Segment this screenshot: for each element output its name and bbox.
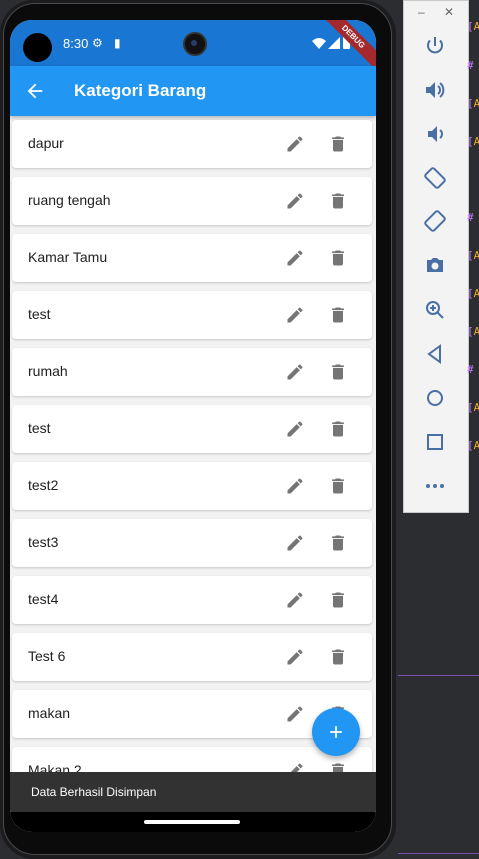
delete-icon[interactable] (328, 419, 348, 439)
zoom-icon[interactable] (423, 298, 447, 322)
category-name: Test 6 (28, 648, 66, 664)
home-indicator[interactable] (144, 820, 240, 824)
delete-icon[interactable] (328, 476, 348, 496)
edit-icon[interactable] (285, 590, 305, 610)
delete-icon[interactable] (328, 590, 348, 610)
back-icon[interactable] (423, 342, 447, 366)
phone-frame: 8:30 ⚙ ▮ DEBUG Kategori Barang dapur ruan… (0, 0, 396, 859)
delete-icon[interactable] (328, 305, 348, 325)
navigation-bar (10, 812, 376, 832)
status-bar: 8:30 ⚙ ▮ DEBUG (10, 20, 376, 74)
category-name: Kamar Tamu (28, 249, 108, 265)
volume-up-icon[interactable] (423, 78, 447, 102)
snackbar-message: Data Berhasil Disimpan (31, 785, 157, 799)
category-item[interactable]: dapur (12, 120, 372, 168)
status-time: 8:30 (63, 36, 89, 51)
add-category-button[interactable] (312, 708, 360, 756)
edit-icon[interactable] (285, 704, 305, 724)
category-name: test4 (28, 591, 59, 607)
wifi-icon (312, 38, 326, 49)
delete-icon[interactable] (328, 248, 348, 268)
volume-down-icon[interactable] (423, 122, 447, 146)
category-name: test3 (28, 534, 59, 550)
ide-code-mark: [A (467, 97, 479, 110)
category-name: ruang tengah (28, 192, 111, 208)
category-item[interactable]: test (12, 405, 372, 453)
edit-icon[interactable] (285, 476, 305, 496)
category-item[interactable]: Kamar Tamu (12, 234, 372, 282)
delete-icon[interactable] (328, 533, 348, 553)
back-arrow-icon[interactable] (24, 80, 46, 102)
ide-code-mark: [A (467, 325, 479, 338)
more-icon[interactable] (423, 474, 447, 498)
settings-status-icon: ⚙ (92, 36, 103, 50)
edit-icon[interactable] (285, 191, 305, 211)
signal-icon (328, 37, 340, 49)
edit-icon[interactable] (285, 134, 305, 154)
category-item[interactable]: test4 (12, 576, 372, 624)
front-camera-cutout (23, 33, 52, 62)
delete-icon[interactable] (328, 647, 348, 667)
page-title: Kategori Barang (74, 81, 207, 100)
ide-code-mark: [A (467, 20, 479, 33)
ide-code-mark: [A (467, 135, 479, 148)
category-item[interactable]: Test 6 (12, 633, 372, 681)
rotate-right-icon[interactable] (423, 209, 447, 233)
delete-icon[interactable] (328, 191, 348, 211)
home-icon[interactable] (423, 386, 447, 410)
plus-icon (330, 726, 342, 738)
ide-code-mark: [A (467, 249, 479, 262)
category-name: test (28, 306, 51, 322)
overview-icon[interactable] (423, 430, 447, 454)
category-item[interactable]: rumah (12, 348, 372, 396)
ide-code-mark: # (467, 59, 474, 72)
ide-code-mark: [A (467, 401, 479, 414)
category-name: dapur (28, 135, 64, 151)
edit-icon[interactable] (285, 647, 305, 667)
category-item[interactable]: test (12, 291, 372, 339)
delete-icon[interactable] (328, 362, 348, 382)
ide-divider (398, 675, 479, 676)
snackbar: Data Berhasil Disimpan (10, 772, 376, 812)
device-screen: 8:30 ⚙ ▮ DEBUG Kategori Barang dapur ruan… (10, 20, 376, 832)
close-button[interactable]: ✕ (444, 5, 454, 19)
emulator-toolbar: – ✕ (403, 0, 469, 513)
edit-icon[interactable] (285, 419, 305, 439)
edit-icon[interactable] (285, 305, 305, 325)
edit-icon[interactable] (285, 533, 305, 553)
category-item[interactable]: test3 (12, 519, 372, 567)
sd-card-status-icon: ▮ (114, 36, 121, 50)
rotate-left-icon[interactable] (423, 166, 447, 190)
category-name: makan (28, 705, 71, 721)
minimize-button[interactable]: – (418, 5, 425, 19)
camera-lens (183, 32, 207, 56)
ide-code-mark: # (467, 211, 474, 224)
power-icon[interactable] (423, 34, 447, 58)
delete-icon[interactable] (328, 134, 348, 154)
edit-icon[interactable] (285, 362, 305, 382)
category-name: test (28, 420, 51, 436)
edit-icon[interactable] (285, 248, 305, 268)
category-item[interactable]: test2 (12, 462, 372, 510)
category-name: test2 (28, 477, 59, 493)
ide-code-mark: [A (467, 439, 479, 452)
camera-icon[interactable] (423, 253, 447, 277)
category-item[interactable]: ruang tengah (12, 177, 372, 225)
ide-code-mark: [A (467, 287, 479, 300)
ide-code-mark: # (467, 363, 474, 376)
app-bar: Kategori Barang (10, 66, 376, 116)
category-name: rumah (28, 363, 68, 379)
ide-divider (398, 853, 479, 854)
